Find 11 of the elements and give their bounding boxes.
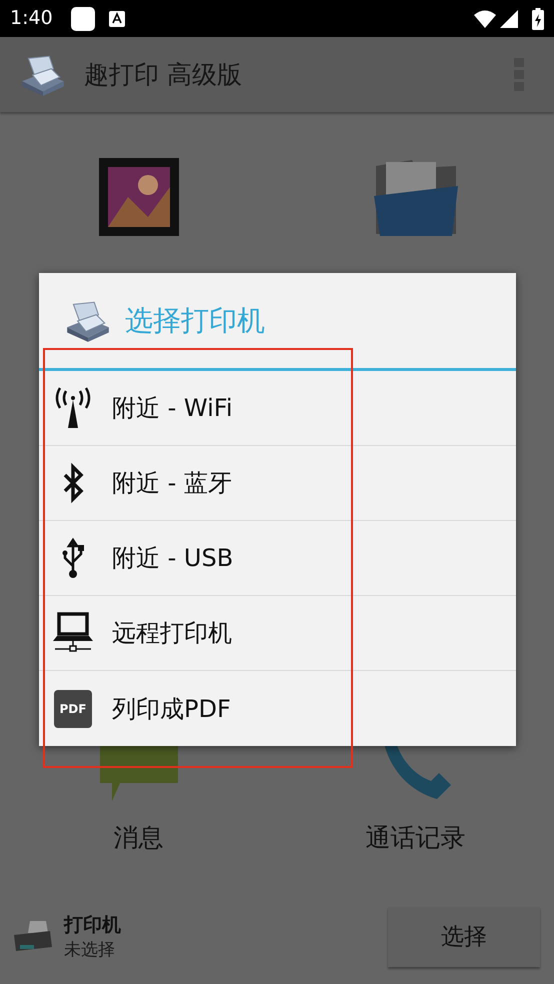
printer-option[interactable]: 附近 - WiFi [39, 371, 516, 446]
clock: 1:40 [10, 6, 53, 32]
printer-option[interactable]: PDF 列印成PDF [39, 671, 516, 746]
dialog-title: 选择打印机 [125, 302, 265, 338]
printer-option[interactable]: 远程打印机 [39, 596, 516, 671]
printer-status: 未选择 [64, 939, 116, 962]
printer-label: 打印机 [64, 913, 121, 938]
printer-option[interactable]: 附近 - 蓝牙 [39, 446, 516, 521]
printer-option[interactable]: 附近 - USB [39, 521, 516, 596]
pdf-icon: PDF [54, 690, 92, 728]
app-title: 趣打印 高级版 [84, 58, 242, 91]
